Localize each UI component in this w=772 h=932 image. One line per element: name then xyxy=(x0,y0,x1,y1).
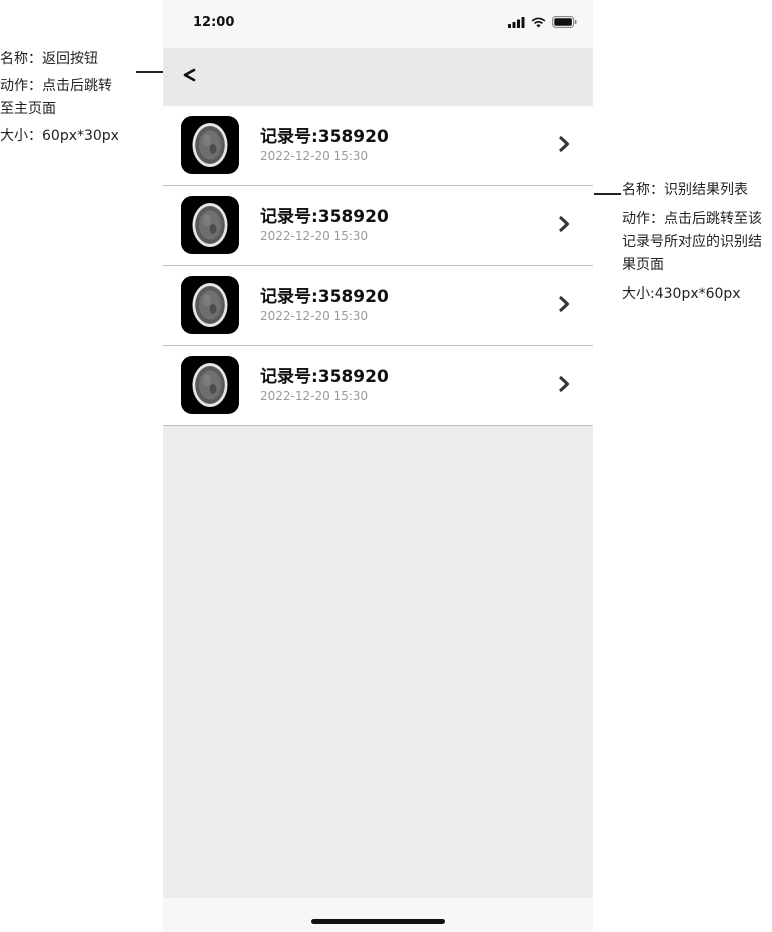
list-annotation: 名称：识别结果列表 动作：点击后跳转至该记录号所对应的识别结果页面 大小:430… xyxy=(622,179,772,306)
home-indicator[interactable] xyxy=(311,919,445,924)
record-list-item[interactable]: 记录号:358920 2022-12-20 15:30 xyxy=(163,346,593,426)
annotation-name: 名称：返回按钮 xyxy=(0,51,98,67)
list-annotation-leader-line xyxy=(594,193,621,195)
record-number: 记录号:358920 xyxy=(260,127,389,147)
status-time: 12:00 xyxy=(193,15,235,30)
chevron-left-icon xyxy=(183,68,196,82)
battery-icon xyxy=(552,16,577,28)
annotation-action: 动作：点击后跳转 xyxy=(0,78,112,94)
back-button[interactable] xyxy=(181,60,221,90)
recognition-result-list: 记录号:358920 2022-12-20 15:30 记录号:358920 2… xyxy=(163,106,593,426)
record-list-item[interactable]: 记录号:358920 2022-12-20 15:30 xyxy=(163,186,593,266)
record-number: 记录号:358920 xyxy=(260,367,389,387)
chevron-right-icon xyxy=(558,375,569,393)
brain-scan-thumbnail xyxy=(181,276,239,334)
nav-bar xyxy=(163,48,593,106)
record-number: 记录号:358920 xyxy=(260,207,389,227)
chevron-right-icon xyxy=(558,295,569,313)
status-icons xyxy=(508,16,577,28)
record-date: 2022-12-20 15:30 xyxy=(260,229,369,243)
brain-scan-thumbnail xyxy=(181,196,239,254)
chevron-right-icon xyxy=(558,135,569,153)
record-list-item[interactable]: 记录号:358920 2022-12-20 15:30 xyxy=(163,266,593,346)
status-bar: 12:00 xyxy=(163,0,593,48)
chevron-right-icon xyxy=(558,215,569,233)
annotation-name: 名称：识别结果列表 xyxy=(622,182,748,198)
record-list-item[interactable]: 记录号:358920 2022-12-20 15:30 xyxy=(163,106,593,186)
annotation-action: 动作：点击后跳转至该记录号所对应的识别结果页面 xyxy=(622,211,762,273)
phone-screen: 12:00 记录号:358920 2022-12-20 15:30 记录号:35… xyxy=(163,0,593,932)
record-date: 2022-12-20 15:30 xyxy=(260,389,369,403)
record-date: 2022-12-20 15:30 xyxy=(260,309,369,323)
brain-scan-thumbnail xyxy=(181,356,239,414)
record-date: 2022-12-20 15:30 xyxy=(260,149,369,163)
cellular-signal-icon xyxy=(508,16,525,28)
annotation-action-cont: 至主页面 xyxy=(0,101,56,117)
annotation-size: 大小：60px*30px xyxy=(0,128,119,144)
record-number: 记录号:358920 xyxy=(260,287,389,307)
wifi-icon xyxy=(531,17,546,27)
back-button-annotation: 名称：返回按钮 动作：点击后跳转 至主页面 大小：60px*30px xyxy=(0,48,140,148)
brain-scan-thumbnail xyxy=(181,116,239,174)
annotation-size: 大小:430px*60px xyxy=(622,286,741,302)
home-indicator-area xyxy=(163,898,593,932)
